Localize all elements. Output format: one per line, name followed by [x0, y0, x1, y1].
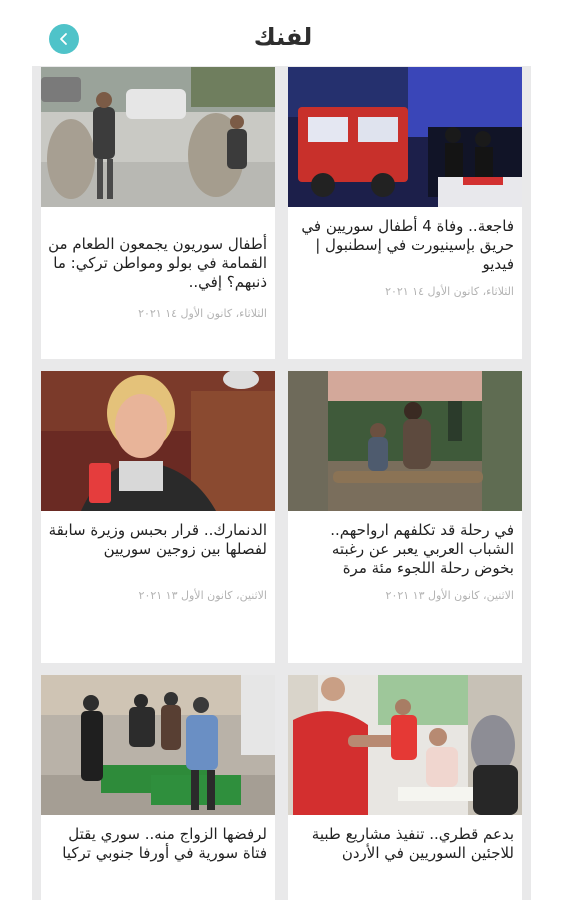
article-date: الثلاثاء، كانون الأول ١٤ ٢٠٢١	[138, 307, 267, 320]
back-button[interactable]	[49, 24, 79, 54]
article-title[interactable]: في رحلة قد تكلفهم ارواحهم.. الشباب العرب…	[294, 521, 514, 578]
article-card[interactable]: أطفال سوريون يجمعون الطعام من القمامة في…	[41, 67, 275, 359]
article-title[interactable]: أطفال سوريون يجمعون الطعام من القمامة في…	[47, 235, 267, 292]
article-title[interactable]: لرفضها الزواج منه.. سوري يقتل فتاة سورية…	[47, 825, 267, 863]
article-title[interactable]: فاجعة.. وفاة 4 أطفال سوريين في حريق بإسي…	[294, 217, 514, 274]
top-bar: ﻟﻔﻨﻚ	[0, 0, 563, 66]
article-title[interactable]: بدعم قطري.. تنفيذ مشاريع طبية للاجئين ال…	[294, 825, 514, 863]
app-logo[interactable]: ﻟﻔﻨﻚ	[249, 24, 317, 50]
article-thumbnail[interactable]	[41, 67, 275, 207]
article-feed: أطفال سوريون يجمعون الطعام من القمامة في…	[32, 66, 531, 900]
article-date: الثلاثاء، كانون الأول ١٤ ٢٠٢١	[385, 285, 514, 298]
article-card[interactable]: الدنمارك.. قرار بحبس وزيرة سابقة لفصلها …	[41, 371, 275, 663]
article-card[interactable]: فاجعة.. وفاة 4 أطفال سوريين في حريق بإسي…	[288, 67, 522, 359]
article-date: الاثنين، كانون الأول ١٣ ٢٠٢١	[385, 589, 514, 602]
article-thumbnail[interactable]	[41, 675, 275, 815]
article-date: الاثنين، كانون الأول ١٣ ٢٠٢١	[138, 589, 267, 602]
article-thumbnail[interactable]	[288, 371, 522, 511]
article-thumbnail[interactable]	[288, 675, 522, 815]
article-thumbnail[interactable]	[288, 67, 522, 207]
article-card[interactable]: بدعم قطري.. تنفيذ مشاريع طبية للاجئين ال…	[288, 675, 522, 900]
article-card[interactable]: لرفضها الزواج منه.. سوري يقتل فتاة سورية…	[41, 675, 275, 900]
article-title[interactable]: الدنمارك.. قرار بحبس وزيرة سابقة لفصلها …	[47, 521, 267, 559]
article-card[interactable]: في رحلة قد تكلفهم ارواحهم.. الشباب العرب…	[288, 371, 522, 663]
chevron-left-icon	[60, 33, 67, 45]
article-thumbnail[interactable]	[41, 371, 275, 511]
